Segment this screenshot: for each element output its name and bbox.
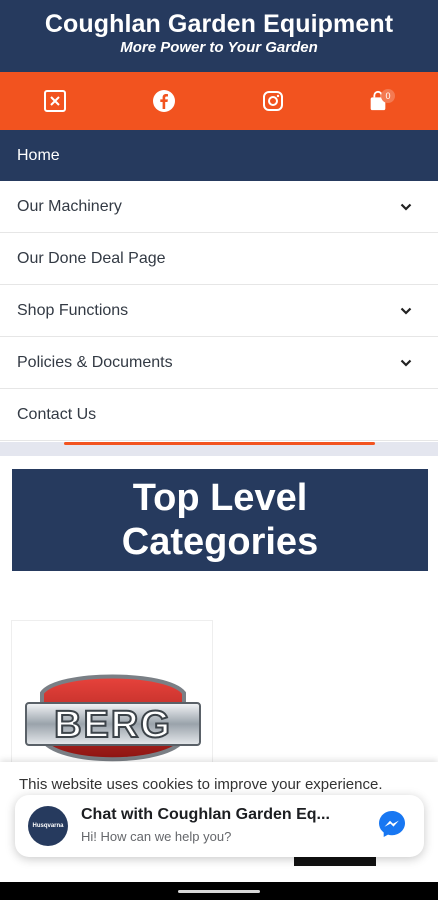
chevron-down-icon[interactable] — [399, 304, 413, 318]
chat-subtitle: Hi! How can we help you? — [81, 829, 232, 844]
nav-item-label: Our Machinery — [17, 197, 122, 215]
cookie-notice-text: This website uses cookies to improve you… — [19, 776, 383, 793]
orange-divider-line — [64, 442, 375, 445]
x-twitter-icon — [44, 90, 66, 112]
menu-bottom-strip — [0, 442, 438, 456]
chat-title: Chat with Coughlan Garden Eq... — [81, 806, 330, 823]
instagram-link[interactable] — [243, 72, 303, 130]
banner-line-1: Top Level — [132, 477, 308, 519]
social-icon-bar: 0 — [0, 72, 438, 130]
chat-avatar-text: Husqvarna — [32, 823, 64, 829]
top-level-categories-banner: Top Level Categories — [12, 469, 428, 571]
facebook-icon — [153, 90, 175, 112]
site-header: Coughlan Garden Equipment More Power to … — [0, 0, 438, 72]
nav-item-done-deal-page[interactable]: Our Done Deal Page — [0, 233, 438, 285]
x-twitter-link[interactable] — [25, 72, 85, 130]
nav-item-our-machinery[interactable]: Our Machinery — [0, 181, 438, 233]
chevron-down-icon[interactable] — [399, 200, 413, 214]
nav-item-shop-functions[interactable]: Shop Functions — [0, 285, 438, 337]
nav-item-policies-documents[interactable]: Policies & Documents — [0, 337, 438, 389]
messenger-icon — [379, 811, 405, 837]
cart-button[interactable]: 0 — [348, 72, 408, 130]
facebook-link[interactable] — [134, 72, 194, 130]
nav-item-label: Home — [17, 146, 60, 164]
system-navigation-bar — [0, 882, 438, 900]
messenger-chat-widget[interactable]: Husqvarna Chat with Coughlan Garden Eq..… — [15, 795, 424, 857]
nav-item-label: Shop Functions — [17, 301, 129, 319]
cart-count-badge: 0 — [381, 89, 395, 103]
site-tagline: More Power to Your Garden — [120, 39, 318, 56]
site-title[interactable]: Coughlan Garden Equipment — [0, 0, 438, 39]
nav-item-label: Contact Us — [17, 405, 97, 423]
chat-avatar: Husqvarna — [28, 806, 68, 846]
instagram-icon — [263, 91, 283, 111]
berg-logo-text: BERG — [54, 704, 172, 746]
main-nav-menu: Home Our Machinery Our Done Deal Page Sh… — [0, 130, 438, 441]
chevron-down-icon[interactable] — [399, 356, 413, 370]
banner-line-2: Categories — [121, 521, 319, 563]
nav-item-home[interactable]: Home — [0, 130, 438, 181]
nav-item-contact-us[interactable]: Contact Us — [0, 389, 438, 441]
nav-item-label: Our Done Deal Page — [17, 249, 166, 267]
nav-item-label: Policies & Documents — [17, 353, 173, 371]
home-gesture-handle[interactable] — [178, 890, 260, 893]
